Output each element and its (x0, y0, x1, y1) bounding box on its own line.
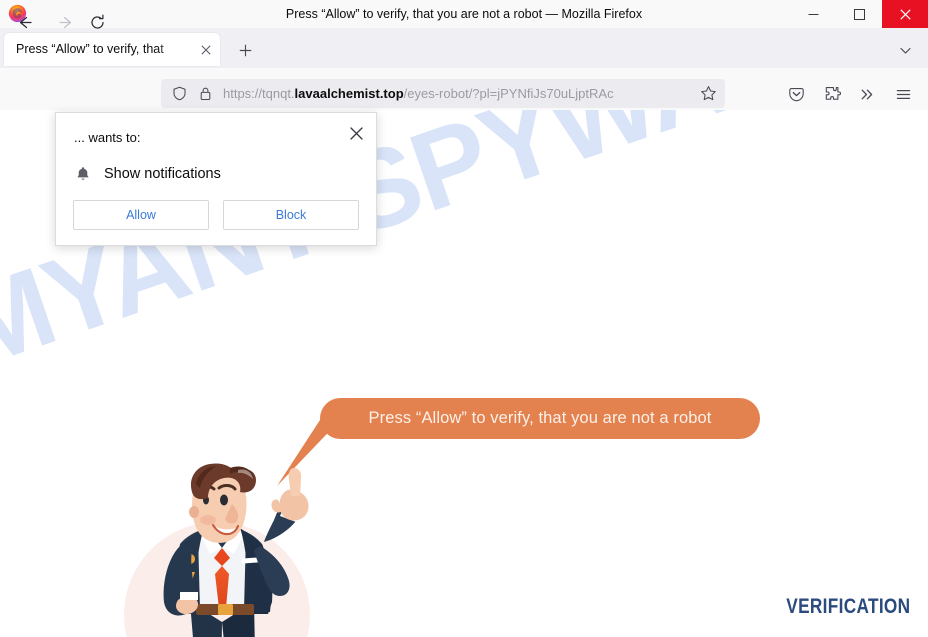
title-bar: Press “Allow” to verify, that you are no… (0, 0, 928, 28)
verification-label: VERIFICATION (785, 595, 910, 618)
maximize-button[interactable] (836, 0, 882, 28)
back-button[interactable] (10, 8, 38, 36)
url-host: lavaalchemist.top (294, 86, 404, 101)
block-button[interactable]: Block (223, 200, 359, 230)
browser-window: Press “Allow” to verify, that you are no… (0, 0, 928, 637)
close-icon[interactable] (197, 41, 214, 58)
businessman-illustration (163, 463, 309, 637)
permission-buttons: Allow Block (73, 200, 359, 230)
padlock-icon[interactable] (198, 86, 213, 106)
permission-label: Show notifications (104, 166, 221, 182)
list-all-tabs-button[interactable] (892, 37, 918, 63)
puzzle-piece-icon[interactable] (818, 80, 846, 108)
new-tab-button[interactable] (232, 37, 258, 63)
shield-icon[interactable] (172, 86, 187, 106)
tab-strip: Press “Allow” to verify, that (0, 28, 928, 68)
speech-bubble-text: Press “Allow” to verify, that you are no… (368, 409, 712, 427)
permission-dialog-title: ... wants to: (74, 130, 141, 145)
close-icon[interactable] (344, 121, 368, 145)
hamburger-menu-icon[interactable] (889, 80, 917, 108)
permission-request-row: Show notifications (74, 165, 221, 183)
close-window-button[interactable] (882, 0, 928, 28)
tab-title: Press “Allow” to verify, that (16, 42, 164, 56)
chevron-double-right-icon[interactable] (853, 80, 881, 108)
address-bar[interactable]: https://tqnqt.lavaalchemist.top/eyes-rob… (161, 79, 725, 108)
star-icon[interactable] (700, 85, 717, 107)
window-title: Press “Allow” to verify, that you are no… (285, 7, 643, 21)
minimize-button[interactable] (790, 0, 836, 28)
browser-tab[interactable]: Press “Allow” to verify, that (4, 33, 220, 66)
pocket-icon[interactable] (782, 80, 810, 108)
allow-button[interactable]: Allow (73, 200, 209, 230)
url-prefix: https://tqnqt. (223, 86, 295, 101)
url-path: /eyes-robot/?pl=jPYNfiJs70uLjptRAc (403, 86, 614, 101)
reload-button[interactable] (83, 8, 111, 36)
notification-permission-dialog: ... wants to: Show notifications Allow B… (55, 112, 377, 246)
forward-button[interactable] (52, 8, 80, 36)
speech-bubble: Press “Allow” to verify, that you are no… (320, 398, 760, 439)
url-display: https://tqnqt.lavaalchemist.top/eyes-rob… (223, 79, 693, 108)
bell-icon (74, 165, 92, 183)
